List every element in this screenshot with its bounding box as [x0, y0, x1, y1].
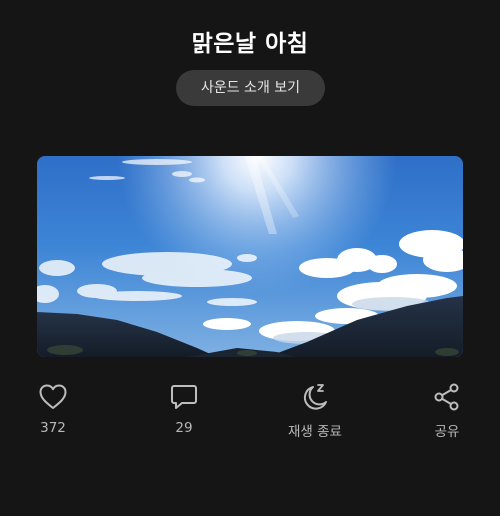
comment-button[interactable]: 29 [134, 381, 234, 436]
like-button[interactable]: 372 [3, 381, 103, 436]
share-label: 공유 [434, 424, 460, 440]
like-count: 372 [40, 420, 66, 436]
comment-icon [171, 385, 197, 409]
comment-count: 29 [175, 420, 193, 436]
share-icon [434, 383, 459, 411]
sound-detail-screen: 맑은날 아침 사운드 소개 보기 372 29 재생 종료 공유 [0, 0, 500, 516]
sound-artwork-image [37, 156, 463, 357]
sound-intro-button[interactable]: 사운드 소개 보기 [176, 70, 325, 106]
action-bar: 372 29 재생 종료 공유 [0, 381, 500, 441]
page-title: 맑은날 아침 [191, 31, 309, 57]
moon-zz-icon [303, 384, 327, 410]
share-button[interactable]: 공유 [397, 381, 497, 440]
sleep-timer-label: 재생 종료 [288, 424, 342, 440]
heart-icon [39, 384, 67, 409]
sleep-timer-button[interactable]: 재생 종료 [265, 381, 365, 440]
